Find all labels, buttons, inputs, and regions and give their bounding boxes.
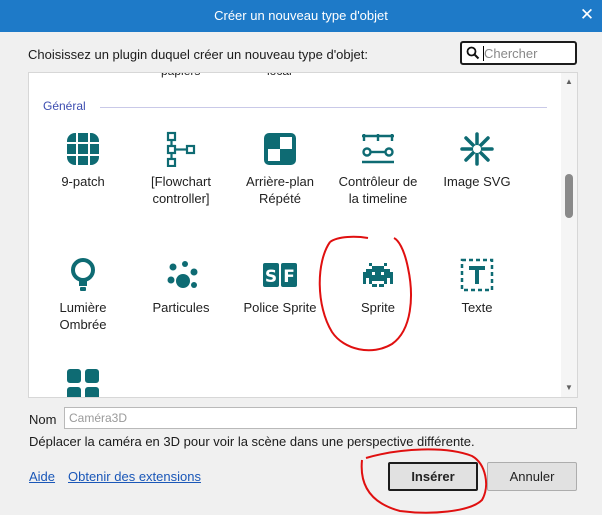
timeline-controller-icon — [362, 134, 394, 164]
insert-button[interactable]: Insérer — [388, 462, 478, 491]
nine-patch-icon — [67, 133, 99, 165]
item-label: Police Sprite — [243, 300, 317, 315]
scroll-down-arrow-icon[interactable]: ▼ — [561, 381, 577, 395]
close-icon[interactable]: ✕ — [576, 4, 598, 26]
list-item-cut-label: local — [267, 73, 292, 78]
title-bar: Créer un nouveau type d'objet ✕ — [0, 0, 602, 32]
scroll-up-arrow-icon[interactable]: ▲ — [561, 75, 577, 89]
item-label: Texte — [461, 300, 493, 315]
name-field[interactable] — [64, 407, 577, 429]
list-item-flowchart-controller[interactable]: [Flowchart controller] — [136, 131, 226, 207]
svg-text:F: F — [283, 267, 295, 287]
item-label: 9-patch — [61, 174, 105, 189]
list-item-particles[interactable]: Particules — [136, 257, 226, 316]
list-item-9-patch[interactable]: 9-patch — [38, 131, 128, 190]
name-input[interactable] — [65, 408, 576, 428]
list-item-svg-image[interactable]: Image SVG — [432, 131, 522, 190]
group-divider — [100, 107, 547, 108]
light-bulb-icon — [71, 258, 95, 291]
text-caret — [483, 46, 484, 61]
item-label: Lumière Ombrée — [59, 300, 107, 332]
cancel-button[interactable]: Annuler — [487, 462, 577, 491]
list-item-partial[interactable] — [38, 367, 128, 397]
scrollbar-thumb[interactable] — [565, 174, 573, 218]
sprite-font-icon: S F — [263, 263, 297, 287]
item-label: Sprite — [361, 300, 395, 315]
list-item-tiled-background[interactable]: Arrière-plan Répété — [235, 131, 325, 207]
item-label: Image SVG — [443, 174, 511, 189]
prompt-text: Choisissez un plugin duquel créer un nou… — [28, 47, 368, 62]
help-link[interactable]: Aide — [29, 469, 55, 484]
list-item-timeline-controller[interactable]: Contrôleur de la timeline — [333, 131, 423, 207]
tiled-background-icon — [264, 133, 296, 165]
search-input[interactable] — [482, 44, 572, 62]
list-item-cut-label: papiers — [161, 73, 200, 78]
get-extensions-link[interactable]: Obtenir des extensions — [68, 469, 201, 484]
text-box-icon — [460, 258, 494, 292]
flowchart-icon — [166, 131, 196, 167]
svg-image-icon — [460, 132, 494, 166]
group-label: Général — [43, 99, 86, 113]
space-invader-icon — [363, 263, 393, 287]
plugin-description: Déplacer la caméra en 3D pour voir la sc… — [29, 434, 475, 449]
list-item-sprite-font[interactable]: S F Police Sprite — [235, 257, 325, 316]
window-title: Créer un nouveau type d'objet — [214, 8, 388, 23]
particles-icon — [167, 261, 198, 288]
item-label: [Flowchart controller] — [151, 174, 211, 206]
item-label: Particules — [152, 300, 210, 315]
list-item-shadowed-light[interactable]: Lumière Ombrée — [38, 257, 128, 333]
svg-text:S: S — [265, 267, 277, 287]
list-item-sprite[interactable]: Sprite — [333, 257, 423, 316]
plugin-list[interactable]: papiers local Général 9-patch [Flowchart… — [28, 72, 578, 398]
vertical-scrollbar[interactable]: ▲ ▼ — [561, 73, 577, 397]
item-label: Arrière-plan Répété — [246, 174, 314, 206]
grid-apps-icon — [67, 369, 99, 397]
list-item-text[interactable]: Texte — [432, 257, 522, 316]
item-label: Contrôleur de la timeline — [338, 174, 418, 206]
search-icon — [466, 46, 480, 60]
search-box[interactable] — [460, 41, 577, 65]
name-label: Nom — [29, 412, 57, 427]
